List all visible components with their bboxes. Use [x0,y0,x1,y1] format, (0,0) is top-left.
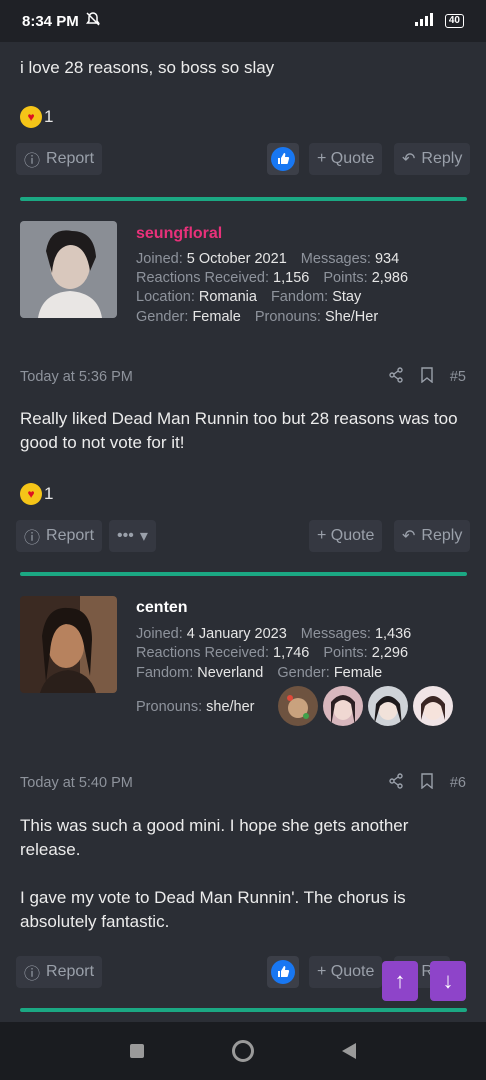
like-button[interactable] [267,956,299,988]
reaction-summary[interactable]: ♥ 1 [20,106,53,128]
user-info-row: Pronouns: she/her [136,699,255,715]
post-divider [20,197,467,201]
badge-image[interactable] [278,686,318,726]
avatar[interactable] [20,596,117,693]
reaction-count: 1 [44,484,54,503]
report-button[interactable]: ⓘ Report [16,520,103,552]
post-body-text: i love 28 reasons, so boss so slay [20,58,275,77]
battery-icon: 40 [444,14,464,28]
username-link[interactable]: seungfloral [136,225,222,243]
post-meta-actions: #5 [388,367,466,387]
recents-icon[interactable] [130,1044,144,1058]
bell-muted-icon [85,11,101,31]
user-info-row: Gender: Female Pronouns: She/Her [136,309,379,325]
user-info-row: Location: Romania Fandom: Stay [136,289,362,305]
heart-eyes-emoji-icon: ♥ [20,106,42,128]
report-icon: ⓘ [24,153,41,170]
system-nav-bar [0,1022,486,1080]
like-button[interactable] [267,143,299,175]
bookmark-icon[interactable] [420,773,434,793]
bookmark-icon[interactable] [420,367,434,387]
more-options-button[interactable]: ••• ▾ [109,520,156,552]
badge-image[interactable] [368,686,408,726]
back-icon[interactable] [342,1043,356,1059]
status-bar: 8:34 PM 40 [0,0,486,42]
post-timestamp[interactable]: Today at 5:36 PM [20,369,133,385]
user-info-row: Reactions Received: 1,746 Points: 2,296 [136,645,409,661]
thumbs-up-icon [271,960,295,984]
heart-eyes-emoji-icon: ♥ [20,483,42,505]
user-info-row: Reactions Received: 1,156 Points: 2,986 [136,270,409,286]
reply-icon: ↶ [402,528,416,545]
home-icon[interactable] [232,1040,254,1062]
badge-image[interactable] [413,686,453,726]
username-link[interactable]: centen [136,599,188,617]
report-icon: ⓘ [24,966,41,983]
thread-content: i love 28 reasons, so boss so slay ♥ 1 ⓘ… [0,42,486,1022]
user-info-row: Fandom: Neverland Gender: Female [136,665,383,681]
quote-button[interactable]: + Quote [309,520,383,552]
reaction-count: 1 [44,107,54,126]
post-timestamp[interactable]: Today at 5:40 PM [20,775,133,791]
post-body-text: Really liked Dead Man Runnin too but 28 … [20,409,458,452]
post-body-text: This was such a good mini. I hope she ge… [20,816,409,859]
post-meta-actions: #6 [388,773,466,793]
reply-button[interactable]: ↶ Reply [394,520,471,552]
quote-button[interactable]: + Quote [309,956,383,988]
report-button[interactable]: ⓘ Report [16,143,103,175]
share-icon[interactable] [388,367,404,387]
status-time: 8:34 PM [22,12,79,30]
user-info-row: Joined: 5 October 2021 Messages: 934 [136,251,400,267]
badge-image[interactable] [323,686,363,726]
thumbs-up-icon [271,147,295,171]
quote-button[interactable]: + Quote [309,143,383,175]
report-icon: ⓘ [24,530,41,547]
arrow-up-icon: ↑ [394,968,406,993]
reaction-summary[interactable]: ♥ 1 [20,483,53,505]
arrow-down-icon: ↓ [442,968,454,993]
signal-icon [413,12,437,30]
user-badges [273,686,453,726]
post-divider [20,572,467,576]
chevron-down-icon: ▾ [139,528,148,545]
post-number-link[interactable]: #6 [450,775,466,791]
post-divider [20,1008,467,1012]
share-icon[interactable] [388,773,404,793]
post-body-text: I gave my vote to Dead Man Runnin'. The … [20,888,406,931]
report-button[interactable]: ⓘ Report [16,956,103,988]
user-info-row: Joined: 4 January 2023 Messages: 1,436 [136,626,412,642]
post-number-link[interactable]: #5 [450,369,466,385]
reply-icon: ↶ [402,151,416,168]
scroll-bottom-button[interactable]: ↓ [430,961,466,1001]
avatar[interactable] [20,221,117,318]
scroll-top-button[interactable]: ↑ [382,961,418,1001]
reply-button[interactable]: ↶ Reply [394,143,471,175]
